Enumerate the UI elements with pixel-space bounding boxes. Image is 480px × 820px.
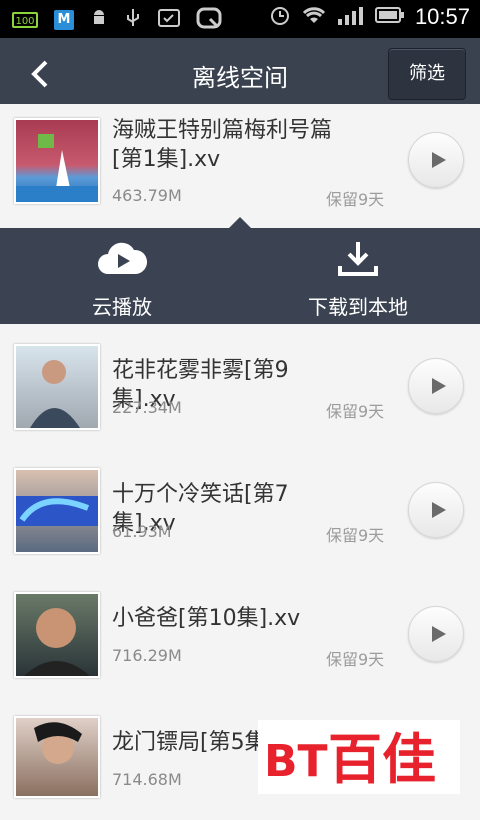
- watermark-bt: BT: [264, 736, 328, 787]
- file-size: 714.68M: [112, 770, 182, 789]
- m-app-icon: M: [54, 10, 74, 30]
- video-thumbnail: [14, 592, 100, 678]
- video-thumbnail: [14, 468, 100, 554]
- list-item[interactable]: 海贼王特别篇梅利号篇[第1集].xv 463.79M 保留9天: [0, 104, 480, 229]
- alarm-icon: [269, 4, 291, 30]
- retention-label: 保留9天: [326, 650, 385, 669]
- download-local-label: 下载到本地: [308, 295, 408, 319]
- file-name: 小爸爸[第10集].xv: [112, 606, 301, 631]
- android-icon: [90, 8, 108, 32]
- file-size: 61.93M: [112, 522, 172, 541]
- file-size: 227.34M: [112, 398, 182, 417]
- clock: 10:57: [414, 4, 470, 29]
- file-size: 463.79M: [112, 186, 182, 205]
- play-button[interactable]: [408, 358, 464, 414]
- retention-label: 保留9天: [326, 402, 385, 421]
- retention-label: 保留9天: [326, 526, 385, 545]
- video-thumbnail: [14, 118, 100, 204]
- wifi-icon: [301, 5, 327, 29]
- status-bar: 100 M 10:57: [0, 0, 480, 38]
- check-icon: [158, 9, 180, 31]
- cloud-play-icon: [98, 242, 148, 274]
- usb-icon: [124, 8, 142, 32]
- list-item[interactable]: 小爸爸[第10集].xv 716.29M 保留9天: [0, 572, 480, 697]
- watermark-logo: BT 百佳: [258, 720, 460, 794]
- file-name: 海贼王特别篇梅利号篇[第1集].xv: [112, 118, 333, 172]
- battery-icon: [374, 6, 405, 28]
- battery-full-icon: 100: [12, 12, 38, 28]
- download-icon: [338, 242, 378, 276]
- cloud-play-label: 云播放: [92, 295, 152, 319]
- watermark-text: 百佳: [328, 728, 436, 791]
- action-panel: 云播放 下载到本地: [0, 217, 480, 324]
- video-thumbnail: [14, 344, 100, 430]
- play-button[interactable]: [408, 132, 464, 188]
- list-item[interactable]: 十万个冷笑话[第7集].xv 61.93M 保留9天: [0, 448, 480, 573]
- title-bar: 离线空间 筛选: [0, 38, 480, 110]
- video-thumbnail: [14, 716, 100, 798]
- list-item[interactable]: 花非花雾非雾[第9集].xv 227.34M 保留9天: [0, 324, 480, 449]
- popup-pointer: [228, 217, 252, 229]
- signal-icon: [337, 5, 365, 29]
- file-size: 716.29M: [112, 646, 182, 665]
- retention-label: 保留9天: [326, 190, 385, 209]
- play-button[interactable]: [408, 606, 464, 662]
- download-local-button[interactable]: 下载到本地: [302, 240, 414, 320]
- cloud-play-button[interactable]: 云播放: [82, 240, 162, 320]
- filter-button[interactable]: 筛选: [388, 48, 466, 100]
- q-app-icon: [196, 7, 222, 33]
- play-button[interactable]: [408, 482, 464, 538]
